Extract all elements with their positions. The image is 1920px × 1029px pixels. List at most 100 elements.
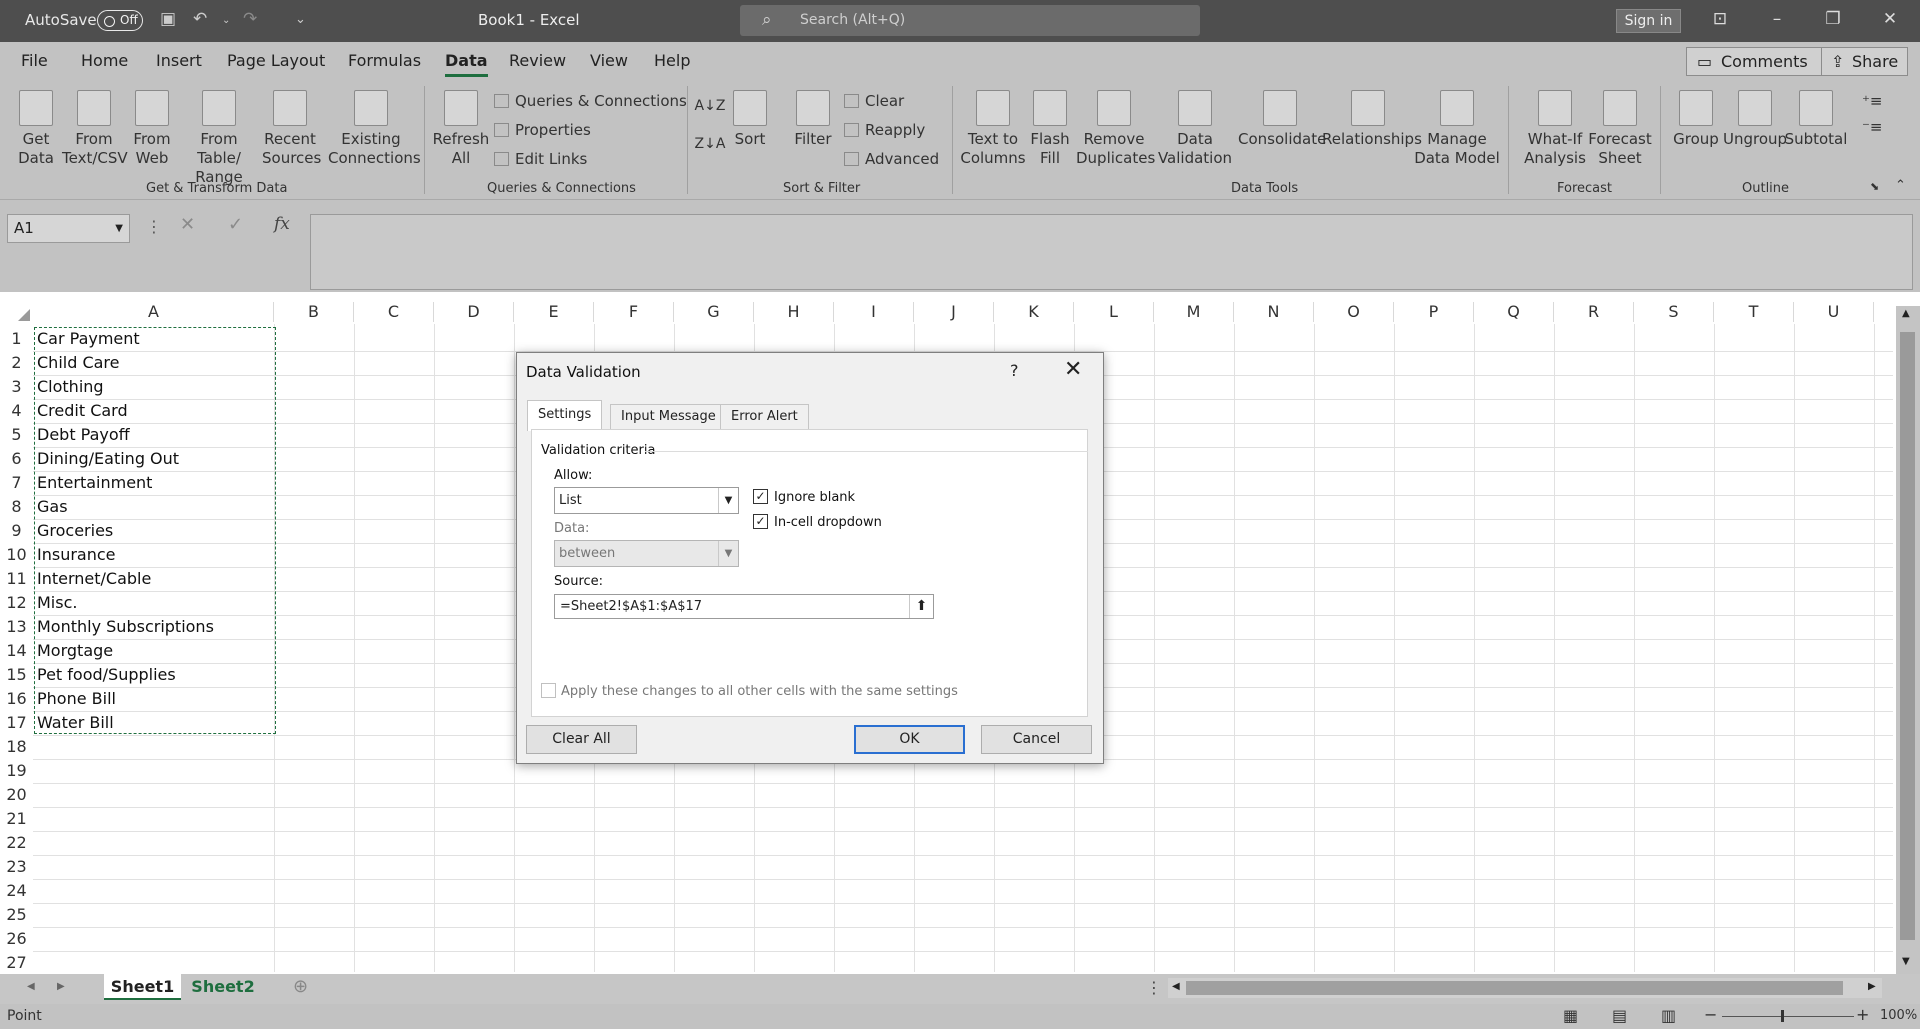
redo-icon[interactable]: ↷ bbox=[243, 9, 257, 29]
row-header-2[interactable]: 2 bbox=[0, 353, 33, 372]
row-header-6[interactable]: 6 bbox=[0, 449, 33, 468]
tab-file[interactable]: File bbox=[21, 51, 48, 70]
dialog-launcher-icon[interactable]: ⬊ bbox=[1870, 180, 1879, 193]
recent-sources-button[interactable]: Recent Sources bbox=[262, 90, 321, 168]
save-icon[interactable]: ▣ bbox=[160, 9, 176, 29]
sort-az-button[interactable]: A↓Z bbox=[693, 96, 727, 116]
horizontal-scrollbar[interactable]: ◀ ▶ bbox=[1168, 978, 1882, 998]
in-cell-dropdown-checkbox[interactable]: ✓ bbox=[753, 514, 768, 529]
from-table-button[interactable]: From Table/ Range bbox=[178, 90, 260, 187]
close-icon[interactable]: ✕ bbox=[1064, 357, 1082, 382]
undo-icon[interactable]: ↶ bbox=[193, 9, 207, 29]
undo-dropdown-icon[interactable]: ⌄ bbox=[222, 15, 230, 26]
row-header-25[interactable]: 25 bbox=[0, 905, 33, 924]
more-options-icon[interactable]: ⋮ bbox=[146, 217, 162, 236]
advanced-button[interactable]: Advanced bbox=[844, 150, 939, 168]
column-header-q[interactable]: Q bbox=[1474, 302, 1554, 322]
row-header-1[interactable]: 1 bbox=[0, 329, 33, 348]
column-header-j[interactable]: J bbox=[914, 302, 994, 322]
tab-input-message[interactable]: Input Message bbox=[610, 404, 727, 430]
row-header-15[interactable]: 15 bbox=[0, 665, 33, 684]
show-detail-icon[interactable]: ⁺≡ bbox=[1862, 92, 1883, 110]
ok-button[interactable]: OK bbox=[854, 725, 965, 754]
forecast-sheet-button[interactable]: Forecast Sheet bbox=[1588, 90, 1652, 168]
relationships-button[interactable]: Relationships bbox=[1322, 90, 1422, 149]
what-if-analysis-button[interactable]: What-If Analysis bbox=[1514, 90, 1596, 168]
row-header-22[interactable]: 22 bbox=[0, 833, 33, 852]
column-header-f[interactable]: F bbox=[594, 302, 674, 322]
sheet-tab-sheet2[interactable]: Sheet2 bbox=[185, 974, 261, 1000]
clear-button[interactable]: Clear bbox=[844, 92, 904, 110]
formula-input[interactable] bbox=[310, 214, 1913, 290]
row-header-26[interactable]: 26 bbox=[0, 929, 33, 948]
ignore-blank-checkbox[interactable]: ✓ bbox=[753, 489, 768, 504]
row-header-8[interactable]: 8 bbox=[0, 497, 33, 516]
zoom-out-icon[interactable]: − bbox=[1704, 1005, 1717, 1024]
row-header-13[interactable]: 13 bbox=[0, 617, 33, 636]
reapply-button[interactable]: Reapply bbox=[844, 121, 925, 139]
row-header-10[interactable]: 10 bbox=[0, 545, 33, 564]
vertical-scrollbar[interactable]: ▲ ▼ bbox=[1896, 306, 1920, 974]
row-header-12[interactable]: 12 bbox=[0, 593, 33, 612]
scroll-thumb[interactable] bbox=[1900, 332, 1915, 940]
cancel-entry-icon[interactable]: ✕ bbox=[180, 214, 195, 235]
row-header-24[interactable]: 24 bbox=[0, 881, 33, 900]
ribbon-display-icon[interactable]: ⊡ bbox=[1700, 9, 1740, 29]
search-box[interactable]: ⌕ Search (Alt+Q) bbox=[740, 5, 1200, 36]
row-header-18[interactable]: 18 bbox=[0, 737, 33, 756]
row-header-4[interactable]: 4 bbox=[0, 401, 33, 420]
comments-button[interactable]: ▭ Comments bbox=[1686, 47, 1843, 76]
column-header-p[interactable]: P bbox=[1394, 302, 1474, 322]
tab-formulas[interactable]: Formulas bbox=[348, 51, 421, 70]
allow-select[interactable]: List ▼ bbox=[554, 487, 739, 514]
tab-page-layout[interactable]: Page Layout bbox=[227, 51, 325, 70]
select-all-icon[interactable] bbox=[18, 309, 30, 321]
zoom-slider[interactable] bbox=[1722, 1016, 1854, 1017]
column-header-u[interactable]: U bbox=[1794, 302, 1874, 322]
row-header-27[interactable]: 27 bbox=[0, 953, 33, 972]
normal-view-icon[interactable]: ▦ bbox=[1563, 1006, 1578, 1025]
manage-data-model-button[interactable]: Manage Data Model bbox=[1410, 90, 1504, 168]
help-button[interactable]: ? bbox=[1010, 361, 1019, 380]
tab-error-alert[interactable]: Error Alert bbox=[720, 404, 809, 430]
column-header-e[interactable]: E bbox=[514, 302, 594, 322]
group-button[interactable]: Group bbox=[1666, 90, 1726, 149]
tab-data[interactable]: Data bbox=[445, 51, 488, 77]
column-header-g[interactable]: G bbox=[674, 302, 754, 322]
minimize-icon[interactable]: – bbox=[1757, 9, 1797, 29]
tab-split-icon[interactable]: ⋮ bbox=[1146, 978, 1162, 997]
zoom-slider-thumb[interactable] bbox=[1781, 1010, 1784, 1022]
sort-button[interactable]: Sort bbox=[730, 90, 770, 149]
close-window-icon[interactable]: ✕ bbox=[1870, 9, 1910, 29]
restore-icon[interactable]: ❐ bbox=[1813, 9, 1853, 29]
row-header-14[interactable]: 14 bbox=[0, 641, 33, 660]
row-header-3[interactable]: 3 bbox=[0, 377, 33, 396]
tab-home[interactable]: Home bbox=[81, 51, 128, 70]
next-sheet-icon[interactable]: ▶ bbox=[57, 981, 65, 992]
get-data-button[interactable]: Get Data bbox=[8, 90, 64, 168]
row-header-16[interactable]: 16 bbox=[0, 689, 33, 708]
row-header-23[interactable]: 23 bbox=[0, 857, 33, 876]
column-header-m[interactable]: M bbox=[1154, 302, 1234, 322]
scroll-right-icon[interactable]: ▶ bbox=[1868, 981, 1876, 992]
tab-insert[interactable]: Insert bbox=[156, 51, 202, 70]
column-header-n[interactable]: N bbox=[1234, 302, 1314, 322]
source-input[interactable]: =Sheet2!$A$1:$A$17 ⬆ bbox=[554, 594, 934, 619]
sign-in-button[interactable]: Sign in bbox=[1616, 9, 1681, 33]
sort-za-button[interactable]: Z↓A bbox=[693, 134, 727, 154]
autosave-toggle[interactable]: Off bbox=[97, 10, 143, 31]
consolidate-button[interactable]: Consolidate bbox=[1238, 90, 1326, 149]
customize-qat-icon[interactable]: ⌄ bbox=[295, 12, 306, 27]
row-header-7[interactable]: 7 bbox=[0, 473, 33, 492]
text-to-columns-button[interactable]: Text to Columns bbox=[958, 90, 1028, 168]
filter-button[interactable]: Filter bbox=[790, 90, 836, 149]
edit-links-button[interactable]: Edit Links bbox=[494, 150, 587, 168]
row-header-20[interactable]: 20 bbox=[0, 785, 33, 804]
cancel-button[interactable]: Cancel bbox=[981, 725, 1092, 754]
remove-duplicates-button[interactable]: Remove Duplicates bbox=[1076, 90, 1155, 168]
queries-connections-button[interactable]: Queries & Connections bbox=[494, 92, 687, 110]
add-sheet-icon[interactable]: ⊕ bbox=[293, 976, 308, 997]
row-header-19[interactable]: 19 bbox=[0, 761, 33, 780]
data-validation-button[interactable]: Data Validation bbox=[1152, 90, 1238, 168]
column-header-o[interactable]: O bbox=[1314, 302, 1394, 322]
